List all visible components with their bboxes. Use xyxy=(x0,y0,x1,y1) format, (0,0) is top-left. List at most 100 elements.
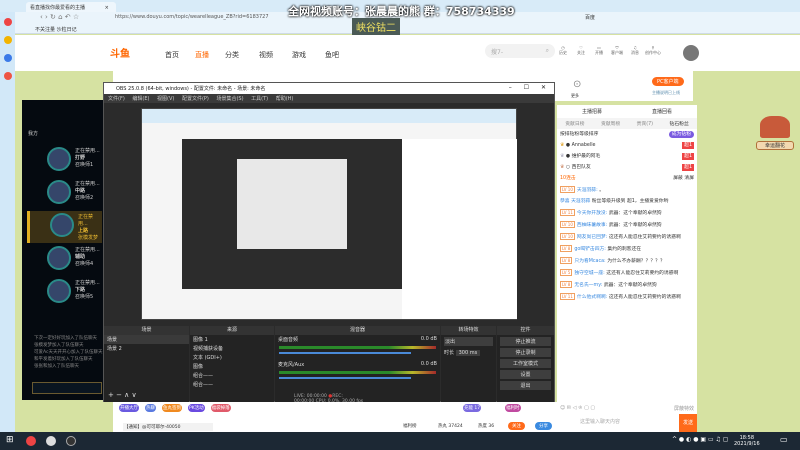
nav-video[interactable]: 视频 xyxy=(259,50,273,60)
block-button[interactable]: 屏蔽 xyxy=(673,176,683,181)
site-logo[interactable]: 斗鱼 xyxy=(110,45,130,60)
menu-help[interactable]: 帮助(H) xyxy=(276,96,294,102)
follow-icon[interactable]: ♡ 关注 xyxy=(573,45,589,56)
chrome-icon[interactable] xyxy=(3,18,12,26)
app-icon[interactable] xyxy=(3,72,12,80)
gift-icon[interactable]: 开播大厅 xyxy=(119,404,139,412)
volume-slider[interactable] xyxy=(279,352,411,354)
rank-row[interactable]: ♛ ● Annabelle 超1 xyxy=(557,140,697,151)
search-input[interactable]: 搜7- ⌕ xyxy=(485,44,555,58)
broadcast-icon[interactable]: ▭ 开播 xyxy=(591,45,607,56)
source-item[interactable]: 图像 1 xyxy=(190,335,274,344)
bookmark-item[interactable]: 不关注量 沙粒日记 xyxy=(35,26,77,33)
charge-icon[interactable]: 充能 17 xyxy=(463,404,482,412)
tray-icons[interactable]: ^ ● ◐ ● ▣ ▭ ♫ ▢ xyxy=(672,436,728,443)
block-effects-checkbox[interactable]: 屏蔽特效 xyxy=(674,405,694,412)
search-icon[interactable]: ⌕ xyxy=(546,47,549,55)
scene-item[interactable]: 场景 2 xyxy=(104,344,189,353)
game-lobby-panel: 我方 正在禁用... 打野 召唤师1 正在禁用... 中路 召唤师2 正在禁用... 上路… xyxy=(22,100,104,400)
url-input[interactable]: https://www.douyu.com/topic/wearelleague… xyxy=(115,14,269,20)
follow-button[interactable]: 关注 xyxy=(508,422,525,430)
gift-icon[interactable]: 热聊 xyxy=(145,404,156,412)
rank-row[interactable]: ♛ ● 维护最的阿毛 超1 xyxy=(557,151,697,162)
promo-banner[interactable]: 幸运翻花 xyxy=(756,108,794,160)
gift-icon[interactable]: 鱼丸签到 xyxy=(162,404,182,412)
menu-edit[interactable]: 编辑(E) xyxy=(132,96,149,102)
send-button[interactable]: 发送 xyxy=(679,414,697,432)
recruit-link[interactable]: 主播招募 xyxy=(582,108,602,115)
obs-preview[interactable] xyxy=(141,108,517,320)
player-slot[interactable]: 正在禁用... 打野 召唤师1 xyxy=(27,145,102,177)
user-avatar[interactable] xyxy=(683,45,699,61)
settings-button[interactable]: 设置 xyxy=(500,370,551,379)
exit-button[interactable]: 退出 xyxy=(500,381,551,390)
fans-count: 热度 36 xyxy=(478,424,495,429)
tab-daily[interactable]: 贡献日榜 xyxy=(565,120,584,127)
menu-view[interactable]: 视图(V) xyxy=(157,96,174,102)
room-bottom-bar: 开播大厅 热聊 鱼丸签到 PK活动 福袋掉落 充能 17 福利时 【通知】@可可耶尔-4… xyxy=(113,402,557,432)
volume-slider[interactable] xyxy=(279,377,411,379)
nav-live[interactable]: 直播 xyxy=(195,50,209,60)
nav-home[interactable]: 首页 xyxy=(165,50,179,60)
tab-diamond[interactable]: 钻石粉丝 xyxy=(670,120,689,127)
replay-link[interactable]: 直播回看 xyxy=(652,108,672,115)
chrome-taskbar-icon[interactable] xyxy=(26,436,36,446)
gift-icon[interactable]: 福袋掉落 xyxy=(210,404,231,412)
history-icon[interactable]: ◷ 历史 xyxy=(555,45,571,56)
search-engine[interactable]: 百度 xyxy=(585,14,595,21)
stop-recording-button[interactable]: 停止录制 xyxy=(500,348,551,357)
player-slot[interactable]: 正在禁用... 辅助 召唤师4 xyxy=(27,244,102,276)
rank-row[interactable]: ♛ ○ 西巴队友 超1 xyxy=(557,162,697,173)
source-item[interactable]: 视频捕获设备 xyxy=(190,344,274,353)
source-item[interactable]: 组合—— xyxy=(190,380,274,389)
app-taskbar-icon[interactable] xyxy=(46,436,56,446)
nav-games[interactable]: 游戏 xyxy=(292,50,306,60)
notification-icon[interactable]: ▭ xyxy=(780,435,788,444)
nav-yuba[interactable]: 鱼吧 xyxy=(325,50,339,60)
menu-tools[interactable]: 工具(T) xyxy=(251,96,268,102)
tab-weekly[interactable]: 贡献周榜 xyxy=(601,120,620,127)
share-button[interactable]: 分享 xyxy=(535,422,552,430)
chat-message: LV 10 西柚味薯故事: 武器：这个奉献的卓然狗 xyxy=(560,221,662,228)
fans-list-link[interactable]: 福利榜 xyxy=(403,423,417,429)
menu-profile[interactable]: 配置文件(P) xyxy=(182,96,209,102)
scene-item[interactable]: 场景 xyxy=(104,335,189,344)
player-slot[interactable]: 正在禁用... 中路 召唤师2 xyxy=(27,178,102,210)
lobby-chat-input[interactable] xyxy=(32,382,102,394)
gift-icon[interactable]: PK活动 xyxy=(188,404,205,412)
app-icon[interactable] xyxy=(3,54,12,62)
clock[interactable]: 18:58 2021/9/16 xyxy=(734,435,760,447)
tab-vip[interactable]: 贵宾(7) xyxy=(637,120,653,127)
source-item[interactable]: 组合—— xyxy=(190,371,274,380)
clear-button[interactable]: 清屏 xyxy=(684,176,694,181)
source-item[interactable]: 文本 (GDI+) xyxy=(190,353,274,362)
emoji-icon[interactable]: ☺ ✉ ◁ ♔ ▢ ▢ xyxy=(560,405,595,411)
more-icon[interactable]: ⊙ xyxy=(573,79,581,90)
pc-client-subtext[interactable]: 主播说明已上线 xyxy=(652,90,680,96)
chat-message: LV 5 独守空城一座: 这还有人能忍住艾莉要约的诱惑啊 xyxy=(560,269,679,276)
start-icon[interactable]: ⊞ xyxy=(6,435,14,445)
message-icon[interactable]: ♫ 消息 xyxy=(627,45,643,56)
studio-mode-button[interactable]: 工作室模式 xyxy=(500,359,551,368)
menu-file[interactable]: 文件(F) xyxy=(108,96,125,102)
duration-input[interactable]: 300 ms xyxy=(455,350,481,356)
chat-input[interactable]: 这里输入聊天内容 xyxy=(577,415,677,430)
nav-buttons-icon[interactable]: ‹ › ↻ ⌂ ↶ ☆ xyxy=(40,13,79,21)
nav-category[interactable]: 分类 xyxy=(225,50,239,60)
stop-streaming-button[interactable]: 停止推流 xyxy=(500,337,551,346)
source-item[interactable]: 图像 xyxy=(190,362,274,371)
star-icon[interactable] xyxy=(3,36,12,44)
browser-tab[interactable]: 看直播找你最爱看的主播 × xyxy=(26,2,116,12)
obs-taskbar-icon[interactable] xyxy=(66,436,76,446)
close-tab-icon[interactable]: × xyxy=(105,5,109,11)
player-slot[interactable]: 正在禁用... 下路 召唤师5 xyxy=(27,277,102,309)
window-controls-icon[interactable]: – ☐ ✕ xyxy=(509,84,546,91)
pc-client-button[interactable]: PC客户端 xyxy=(652,77,684,86)
become-diamond-button[interactable]: 成为钻粉 xyxy=(668,131,694,138)
menu-scene-collection[interactable]: 场景集合(S) xyxy=(216,96,243,102)
client-icon[interactable]: ⛉ 客户端 xyxy=(609,45,625,56)
transition-select[interactable]: 淡出 xyxy=(444,337,493,346)
benefit-icon[interactable]: 福利时 xyxy=(505,404,521,412)
player-slot-selected[interactable]: 正在禁用... 上路 张模发梦 xyxy=(27,211,102,243)
creator-icon[interactable]: ⚲ 创作中心 xyxy=(645,45,661,56)
